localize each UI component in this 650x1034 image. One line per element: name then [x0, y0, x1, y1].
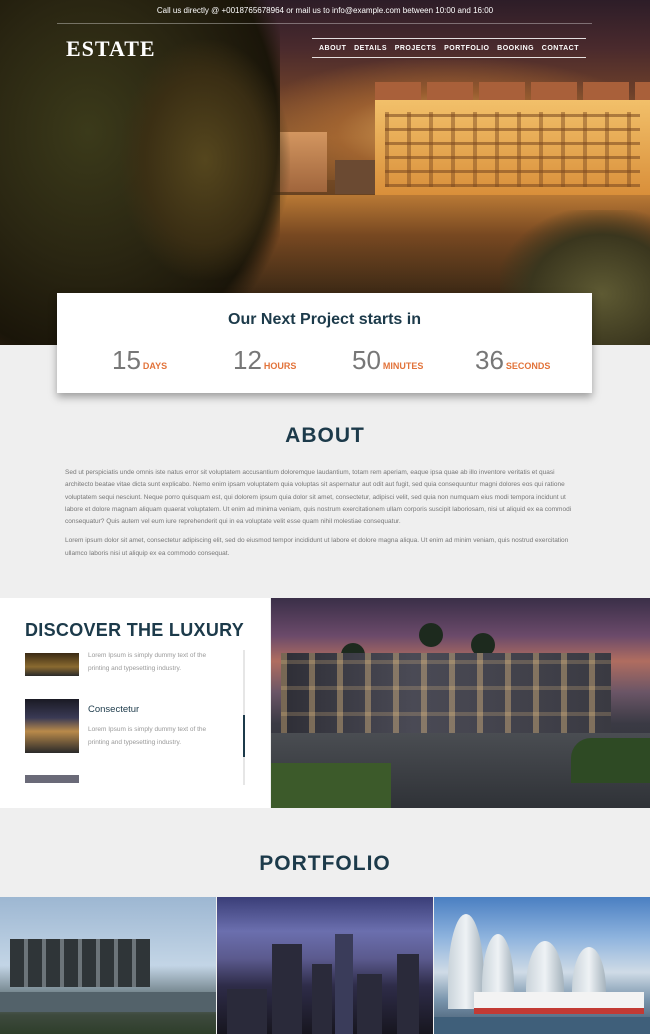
- portfolio-image-3-sea: [434, 1017, 650, 1034]
- countdown-hours-value: 12: [233, 345, 262, 375]
- countdown-hours: 12 HOURS: [233, 345, 296, 375]
- luxury-list-panel: DISCOVER THE LUXURY Lorem Ipsum is simpl…: [0, 598, 270, 808]
- portfolio-image-2-tower: [227, 989, 267, 1034]
- site-logo[interactable]: ESTATE: [66, 36, 156, 62]
- countdown-minutes: 50 MINUTES: [352, 345, 423, 375]
- portfolio-image-3[interactable]: [434, 897, 650, 1034]
- topbar-divider: [57, 23, 592, 24]
- hero-building-windows: [385, 112, 640, 187]
- luxury-item-desc: Lorem Ipsum is simply dummy text of the …: [88, 723, 223, 749]
- countdown-hours-label: HOURS: [263, 361, 297, 371]
- portfolio-image-2-tower: [272, 944, 302, 1034]
- portfolio-image-1[interactable]: [0, 897, 216, 1034]
- contact-topbar: Call us directly @ +0018765678964 or mai…: [156, 6, 494, 15]
- luxury-photo-hedge: [571, 738, 650, 783]
- nav-projects[interactable]: PROJECTS: [395, 45, 437, 52]
- hero-trees-front: [120, 40, 290, 280]
- luxury-item-thumbnail: [25, 653, 79, 676]
- countdown-days-label: DAYS: [142, 361, 168, 371]
- countdown-seconds-label: SECONDS: [505, 361, 551, 371]
- countdown-seconds-value: 36: [475, 345, 504, 375]
- portfolio-image-2-tower: [357, 974, 382, 1034]
- palm-tree: [419, 623, 443, 647]
- luxury-item-thumbnail: [25, 775, 79, 783]
- luxury-title: DISCOVER THE LUXURY: [25, 620, 245, 640]
- portfolio-image-2-tower: [335, 934, 353, 1034]
- portfolio-image-2-tower: [397, 954, 419, 1034]
- countdown-seconds: 36 SECONDS: [475, 345, 550, 375]
- portfolio-image-2-tower: [312, 964, 332, 1034]
- portfolio-title: PORTFOLIO: [259, 852, 391, 875]
- luxury-item-desc-line2: printing and typesetting industry.: [88, 665, 182, 672]
- countdown-card: Our Next Project starts in 15 DAYS 12 HO…: [57, 293, 592, 393]
- about-paragraph-2: Lorem ipsum dolor sit amet, consectetur …: [65, 537, 569, 557]
- luxury-item-desc-line2: printing and typesetting industry.: [88, 739, 182, 746]
- luxury-item-desc-line1: Lorem Ipsum is simply dummy text of the: [88, 726, 207, 733]
- luxury-section: DISCOVER THE LUXURY Lorem Ipsum is simpl…: [0, 598, 650, 808]
- luxury-item-thumbnail: [25, 699, 79, 753]
- portfolio-image-1-buildings: [10, 939, 150, 987]
- luxury-photo-lawn: [271, 763, 391, 808]
- luxury-item[interactable]: Consectetur Lorem Ipsum is simply dummy …: [25, 699, 240, 755]
- nav-details[interactable]: DETAILS: [354, 45, 387, 52]
- about-paragraph-1: Sed ut perspiciatis unde omnis iste natu…: [65, 469, 572, 526]
- portfolio-image-1-river: [0, 992, 216, 1012]
- countdown-minutes-label: MINUTES: [382, 361, 424, 371]
- about-text: Sed ut perspiciatis unde omnis iste natu…: [65, 467, 583, 567]
- luxury-item-heading: Consectetur: [88, 704, 140, 715]
- luxury-photo: [271, 598, 650, 808]
- luxury-scrollbar-thumb[interactable]: [243, 715, 245, 757]
- luxury-item-desc-line1: Lorem Ipsum is simply dummy text of the: [88, 652, 207, 659]
- about-title: ABOUT: [285, 424, 365, 447]
- nav-about[interactable]: ABOUT: [319, 45, 346, 52]
- nav-booking[interactable]: BOOKING: [497, 45, 534, 52]
- hero-building-dark: [335, 160, 375, 194]
- portfolio-image-2[interactable]: [217, 897, 433, 1034]
- countdown-days-value: 15: [112, 345, 141, 375]
- nav-portfolio[interactable]: PORTFOLIO: [444, 45, 489, 52]
- luxury-item[interactable]: [25, 775, 240, 783]
- countdown-minutes-value: 50: [352, 345, 381, 375]
- countdown-title: Our Next Project starts in: [228, 311, 421, 328]
- luxury-photo-townhouses: [281, 653, 611, 738]
- luxury-item-desc: Lorem Ipsum is simply dummy text of the …: [88, 649, 223, 675]
- nav-contact[interactable]: CONTACT: [542, 45, 579, 52]
- luxury-item[interactable]: Lorem Ipsum is simply dummy text of the …: [25, 652, 240, 683]
- portfolio-image-3-ship: [474, 992, 644, 1014]
- main-nav: ABOUT DETAILS PROJECTS PORTFOLIO BOOKING…: [312, 38, 586, 58]
- countdown-days: 15 DAYS: [112, 345, 167, 375]
